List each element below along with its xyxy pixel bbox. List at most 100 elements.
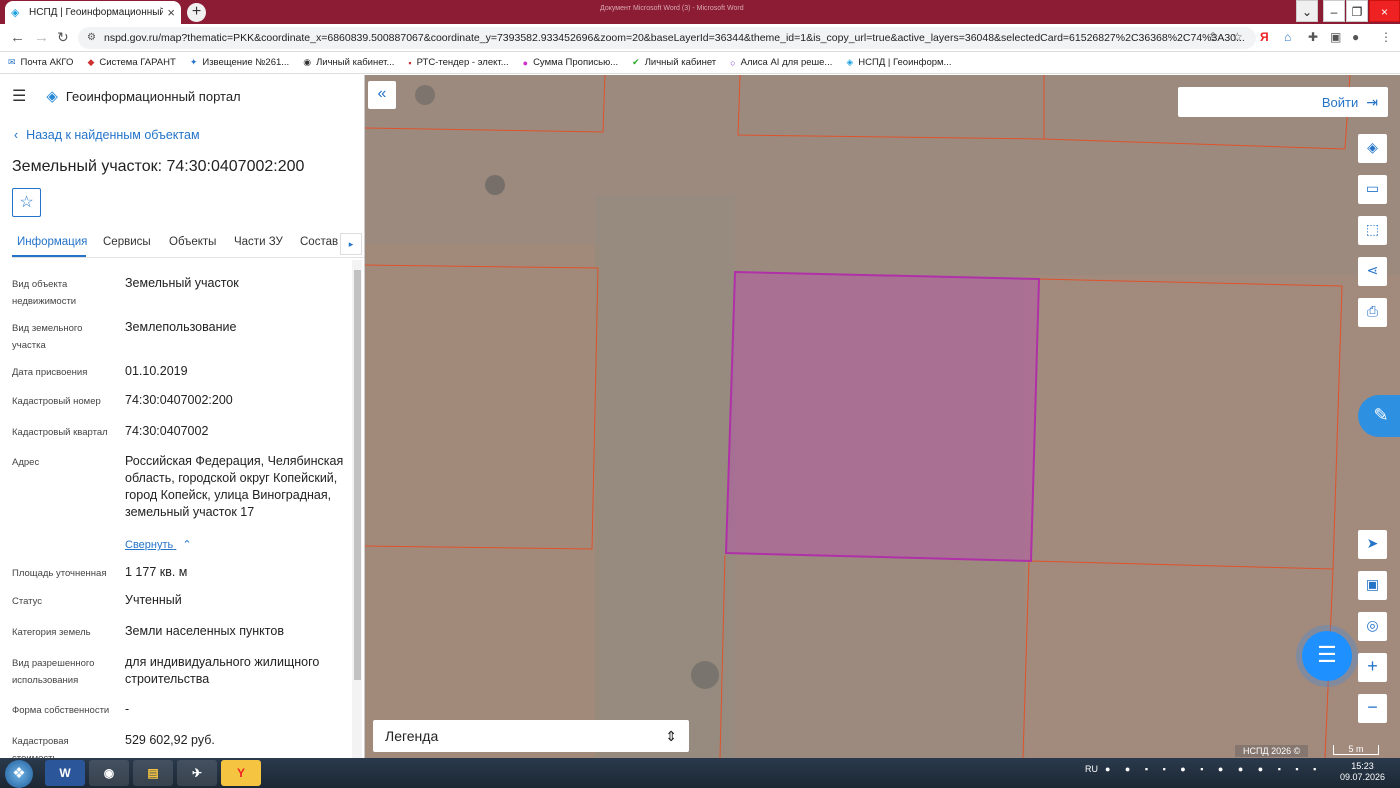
- map-scale: 5 m: [1333, 745, 1379, 755]
- sum-icon: ●: [522, 57, 529, 68]
- shrub-mark: [691, 661, 719, 689]
- minimap-icon[interactable]: ▣: [1358, 571, 1387, 600]
- layers-icon[interactable]: ◈: [1358, 134, 1387, 163]
- login-button[interactable]: Войти ⇥: [1178, 87, 1388, 117]
- close-window-button[interactable]: ×: [1369, 0, 1400, 22]
- bookmarks-bar: ✉ Почта АКГО ◆ Система ГАРАНТ ✦ Извещение №…: [0, 52, 1400, 74]
- browser-tabstrip: Документ Microsoft Word (3) - Microsoft …: [0, 0, 1400, 24]
- field-label: Вид разрешенного использования: [12, 658, 95, 686]
- yandex-taskbar-icon[interactable]: Y: [221, 760, 261, 786]
- garant-icon: ◆: [87, 57, 95, 67]
- bookmark-item[interactable]: ▪ РТС-тендер - элект...: [408, 57, 508, 68]
- tab-parts[interactable]: Части ЗУ: [234, 236, 283, 248]
- field-value: Землепользование: [125, 320, 237, 334]
- bookmark-item[interactable]: ✉ Почта АКГО: [8, 57, 73, 68]
- windows-taskbar: ❖ W ◉ ▤ ✈ Y RU ● ● ▪ ▪ ● ▪ ● ● ● ▪ ▪ ▪ 1…: [0, 758, 1400, 788]
- field-label: Кадастровая стоимость: [12, 736, 69, 758]
- bookmark-item[interactable]: ✦ Извещение №261...: [190, 57, 289, 68]
- field-label: Категория земель: [12, 627, 91, 638]
- explorer-taskbar-icon[interactable]: ▤: [133, 760, 173, 786]
- app-taskbar-icon[interactable]: ✈: [177, 760, 217, 786]
- tabs-scroll-right-icon[interactable]: ▸: [340, 233, 362, 255]
- cabinet-check-icon: ✔: [632, 57, 640, 67]
- field-value: 74:30:0407002: [125, 424, 209, 438]
- forward-arrow-icon[interactable]: →: [34, 29, 49, 46]
- start-button[interactable]: ❖: [5, 760, 33, 788]
- field-label: Кадастровый номер: [12, 396, 101, 407]
- ruler-icon[interactable]: ▭: [1358, 175, 1387, 204]
- zoom-out-button[interactable]: −: [1358, 694, 1387, 723]
- select-area-icon[interactable]: ⬚: [1358, 216, 1387, 245]
- url-text: nspd.gov.ru/map?thematic=PKK&coordinate_…: [104, 32, 1245, 44]
- url-field[interactable]: ⚙ nspd.gov.ru/map?thematic=PKK&coordinat…: [78, 27, 1256, 49]
- zoom-in-button[interactable]: +: [1358, 653, 1387, 682]
- field-value: Земельный участок: [125, 276, 239, 290]
- language-indicator[interactable]: RU: [1085, 764, 1098, 774]
- close-tab-icon[interactable]: ×: [167, 5, 175, 20]
- field-label: Вид земельного участка: [12, 323, 83, 351]
- bookmark-star-icon[interactable]: ☆: [1232, 30, 1243, 44]
- bookmark-item[interactable]: ◆ Система ГАРАНТ: [87, 57, 175, 68]
- browser-tab-active[interactable]: ◈ НСПД | Геоинформационный п ×: [5, 1, 181, 24]
- restore-button[interactable]: ❐: [1346, 0, 1368, 22]
- sort-updown-icon: ⇕: [665, 728, 677, 744]
- field-value: 01.10.2019: [125, 364, 188, 378]
- collapse-panel-icon[interactable]: «: [368, 81, 396, 109]
- terrain-patch: [365, 245, 600, 758]
- tray-icons[interactable]: ● ● ▪ ▪ ● ▪ ● ● ● ▪ ▪ ▪: [1105, 764, 1322, 774]
- selected-parcel[interactable]: [724, 270, 1041, 563]
- cabinet-icon: ◉: [303, 57, 312, 67]
- bookmark-item[interactable]: ◉ Личный кабинет...: [303, 57, 394, 68]
- menu-icon[interactable]: ☰: [12, 86, 26, 106]
- nspd-icon: ◈: [846, 57, 854, 67]
- side-panel-icon[interactable]: ▣: [1330, 30, 1341, 44]
- map-credit: НСПД 2026 ©: [1235, 745, 1309, 757]
- extension-icon[interactable]: ⌂: [1284, 30, 1291, 44]
- minimize-button[interactable]: –: [1323, 0, 1345, 22]
- collapse-address-link[interactable]: Свернуть ⌃: [125, 538, 192, 551]
- tab-objects[interactable]: Объекты: [169, 236, 216, 248]
- tab-composition[interactable]: Состав: [300, 236, 338, 248]
- word-taskbar-icon[interactable]: W: [45, 760, 85, 786]
- share-icon[interactable]: ⋖: [1358, 257, 1387, 286]
- geolocate-search-icon[interactable]: ◎: [1358, 612, 1387, 641]
- yandex-extension-icon[interactable]: Я: [1260, 30, 1269, 44]
- share-page-icon[interactable]: ⇪: [1208, 30, 1218, 44]
- chrome-taskbar-icon[interactable]: ◉: [89, 760, 129, 786]
- map-view[interactable]: « Войти ⇥ ◈ ▭ ⬚ ⋖ ⎙ ✎ ➤ ▣ ◎ + − ☰ Легенд…: [365, 75, 1400, 758]
- portal-logo-icon: ◈: [46, 88, 58, 105]
- star-icon: ☆: [19, 194, 34, 211]
- tab-search-button[interactable]: ⌄: [1296, 0, 1318, 22]
- my-location-icon[interactable]: ➤: [1358, 530, 1387, 559]
- legend-dropdown[interactable]: Легенда ⇕: [373, 720, 689, 752]
- tab-services[interactable]: Сервисы: [103, 236, 151, 248]
- feedback-icon[interactable]: ✎: [1358, 395, 1400, 437]
- reload-icon[interactable]: ↻: [57, 29, 69, 46]
- bookmark-item[interactable]: ◈ НСПД | Геоинформ...: [846, 57, 951, 68]
- field-label: Кадастровый квартал: [12, 427, 108, 438]
- clock[interactable]: 15:23 09.07.2026: [1340, 761, 1385, 783]
- chat-icon[interactable]: ☰: [1302, 631, 1352, 681]
- field-value-address: Российская Федерация, Челябинская област…: [125, 454, 344, 519]
- back-arrow-icon[interactable]: ←: [10, 29, 25, 46]
- browser-menu-icon[interactable]: ⋮: [1380, 30, 1392, 44]
- print-icon[interactable]: ⎙: [1358, 298, 1387, 327]
- shrub-mark: [415, 85, 435, 105]
- field-value: Земли населенных пунктов: [125, 624, 284, 638]
- bookmark-item[interactable]: ○ Алиса AI для реше...: [730, 57, 832, 68]
- profile-avatar-icon[interactable]: ●: [1352, 30, 1359, 44]
- bookmark-item[interactable]: ● Сумма Прописью...: [523, 57, 619, 68]
- tab-information[interactable]: Информация: [17, 236, 87, 248]
- extensions-puzzle-icon[interactable]: ✚: [1308, 30, 1318, 44]
- login-arrow-icon: ⇥: [1366, 93, 1378, 110]
- bookmark-item[interactable]: ✔ Личный кабинет: [632, 57, 716, 68]
- new-tab-button[interactable]: +: [187, 3, 206, 22]
- panel-scrollbar-thumb[interactable]: [354, 270, 361, 680]
- site-info-icon[interactable]: ⚙: [87, 27, 96, 49]
- chevron-left-icon: ‹: [14, 128, 19, 142]
- field-value: Учтенный: [125, 593, 182, 607]
- favorite-button[interactable]: ☆: [12, 188, 41, 217]
- back-to-results-link[interactable]: ‹ Назад к найденным объектам: [14, 128, 200, 142]
- field-value: 74:30:0407002:200: [125, 393, 233, 407]
- alice-icon: ○: [730, 57, 736, 68]
